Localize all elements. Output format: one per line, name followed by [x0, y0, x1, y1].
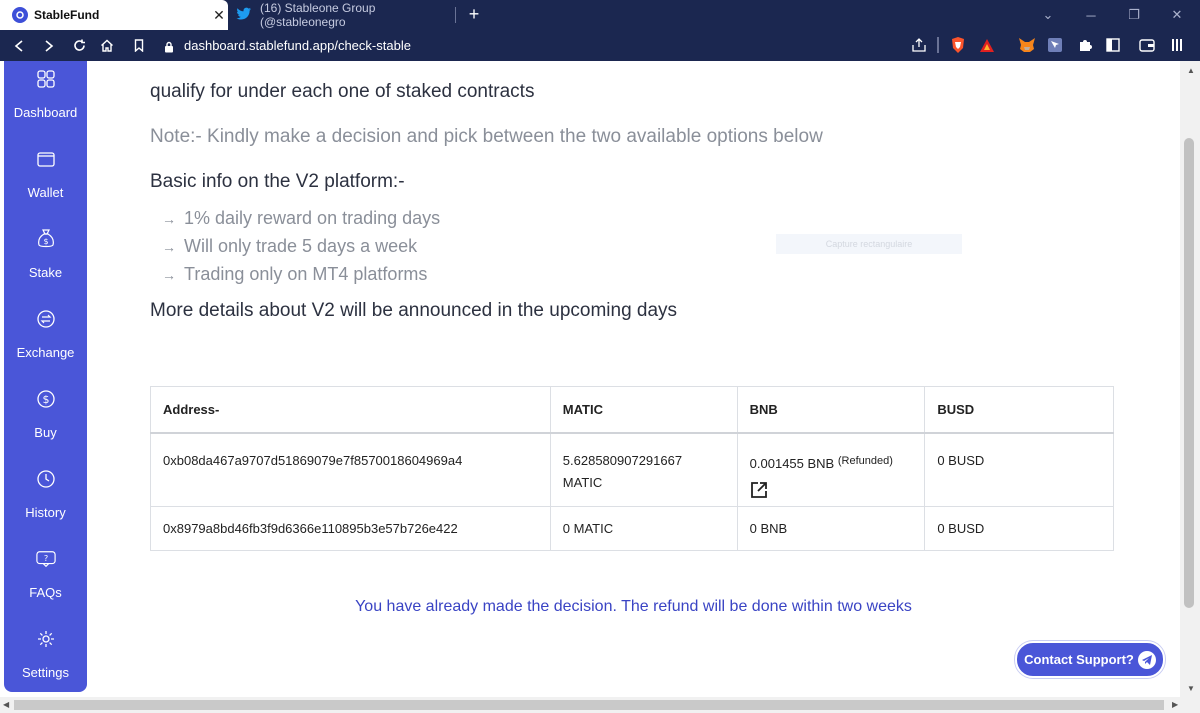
minimize-icon[interactable]: ─: [1074, 0, 1108, 30]
clock-icon: [36, 469, 56, 489]
tab-separator: [455, 7, 456, 23]
sidebar-item-label: FAQs: [29, 585, 62, 600]
sidebar-item-faqs[interactable]: ? FAQs: [4, 549, 87, 629]
sidebar-item-label: Wallet: [27, 185, 64, 200]
table-header-row: Address- MATIC BNB BUSD: [150, 386, 1114, 434]
sidebar-item-stake[interactable]: $ Stake: [4, 229, 87, 309]
moneybag-icon: $: [36, 229, 56, 249]
busd-cell: 0 BUSD: [924, 432, 1114, 507]
contact-support-label: Contact Support?: [1024, 652, 1134, 667]
main-content: qualify for under each one of staked con…: [87, 61, 1180, 697]
sidebar-item-label: Dashboard: [13, 105, 78, 120]
puzzle-icon[interactable]: [1076, 36, 1094, 54]
home-icon[interactable]: [96, 30, 118, 61]
question-icon: ?: [35, 549, 56, 569]
busd-cell: 0 BUSD: [924, 505, 1114, 551]
svg-text:$: $: [43, 237, 48, 246]
table-row: 0xb08da467a9707d51869079e7f8570018604969…: [150, 432, 1114, 507]
tab-close-icon[interactable]: ✕: [210, 7, 228, 24]
forward-icon[interactable]: [38, 30, 60, 61]
bnb-cell: 0 BNB: [736, 505, 926, 551]
tab-search-icon[interactable]: ⌄: [1031, 0, 1065, 30]
reload-icon[interactable]: [68, 30, 90, 61]
sidebar-item-wallet[interactable]: Wallet: [4, 149, 87, 229]
qualify-text: qualify for under each one of staked con…: [150, 81, 535, 102]
bullet-item: → Trading only on MT4 platforms: [162, 264, 428, 284]
svg-text:$: $: [42, 393, 49, 406]
close-window-icon[interactable]: ✕: [1160, 0, 1194, 30]
bnb-cell: 0.001455 BNB (Refunded): [736, 432, 926, 507]
scroll-right-icon[interactable]: ▶: [1172, 700, 1178, 709]
tab-twitter[interactable]: (16) Stableone Group (@stableonegro: [232, 0, 458, 30]
back-icon[interactable]: [8, 30, 30, 61]
extension-icon[interactable]: [1046, 36, 1064, 54]
address-cell: 0xb08da467a9707d51869079e7f8570018604969…: [150, 432, 551, 507]
new-tab-button[interactable]: +: [464, 4, 484, 25]
telegram-icon: [1137, 650, 1156, 669]
matic-cell: 5.628580907291667 MATIC: [549, 432, 738, 507]
sidebar-item-history[interactable]: History: [4, 469, 87, 549]
gear-icon: [36, 629, 56, 649]
header-bnb: BNB: [736, 386, 926, 434]
more-details-text: More details about V2 will be announced …: [150, 300, 678, 321]
brave-rewards-icon[interactable]: [978, 36, 996, 54]
share-icon[interactable]: [910, 36, 928, 54]
horizontal-scroll-thumb[interactable]: [14, 700, 1164, 710]
address-cell: 0x8979a8bd46fb3f9d6366e110895b3e57b726e4…: [150, 505, 551, 551]
matic-cell: 0 MATIC: [549, 505, 738, 551]
header-address: Address-: [150, 386, 551, 434]
sidebar-item-label: Stake: [28, 265, 63, 280]
refunded-label: (Refunded): [837, 454, 893, 467]
stablefund-favicon-icon: [12, 7, 28, 23]
sidebar-item-dashboard[interactable]: Dashboard: [4, 69, 87, 149]
wallet-icon: [36, 149, 56, 169]
address-bar[interactable]: dashboard.stablefund.app/check-stable: [164, 33, 944, 58]
tab-title: StableFund: [34, 8, 100, 22]
sidebar-item-label: Settings: [22, 665, 69, 680]
restore-icon[interactable]: ❐: [1117, 0, 1151, 30]
scroll-left-icon[interactable]: ◀: [3, 700, 9, 709]
external-link-icon[interactable]: [750, 481, 913, 506]
exchange-icon: [36, 309, 56, 329]
vertical-scroll-thumb[interactable]: [1184, 138, 1194, 608]
header-busd: BUSD: [924, 386, 1114, 434]
metamask-icon[interactable]: [1018, 36, 1036, 54]
bullet-item: → Will only trade 5 days a week: [162, 236, 418, 256]
arrow-icon: →: [162, 239, 176, 255]
capture-overlay: Capture rectangulaire: [776, 234, 962, 254]
bookmark-icon[interactable]: [128, 30, 150, 61]
contact-support-button[interactable]: Contact Support?: [1015, 641, 1165, 678]
scroll-down-icon[interactable]: ▼: [1187, 684, 1195, 693]
twitter-icon: [236, 7, 252, 24]
note-text: Note:- Kindly make a decision and pick b…: [150, 126, 823, 147]
header-matic: MATIC: [549, 386, 738, 434]
url-text: dashboard.stablefund.app/check-stable: [184, 38, 411, 53]
balances-table: Address- MATIC BNB BUSD 0xb08da467a9707d…: [150, 386, 1114, 551]
arrow-icon: →: [162, 267, 176, 283]
basic-info-heading: Basic info on the V2 platform:-: [150, 171, 405, 192]
brave-shield-icon[interactable]: [949, 36, 967, 54]
lock-icon: [164, 40, 174, 52]
sidebar-item-exchange[interactable]: Exchange: [4, 309, 87, 389]
toolbar-divider: [937, 37, 939, 53]
sidebar-item-label: Exchange: [16, 345, 75, 360]
bullet-item: → 1% daily reward on trading days: [162, 208, 441, 228]
sidebar-icon[interactable]: [1104, 36, 1122, 54]
svg-text:?: ?: [43, 553, 47, 563]
arrow-icon: →: [162, 211, 176, 227]
dollar-icon: $: [36, 389, 56, 409]
wallet-icon[interactable]: [1138, 36, 1156, 54]
tab-stablefund[interactable]: StableFund ✕: [0, 0, 228, 30]
table-row: 0x8979a8bd46fb3f9d6366e110895b3e57b726e4…: [150, 505, 1114, 551]
decision-message: You have already made the decision. The …: [355, 598, 912, 615]
menu-icon[interactable]: [1168, 36, 1186, 54]
scroll-up-icon[interactable]: ▲: [1187, 66, 1195, 75]
sidebar-item-buy[interactable]: $ Buy: [4, 389, 87, 469]
sidebar: Dashboard Wallet $ Stake Exchange $ Buy …: [4, 61, 87, 692]
dashboard-icon: [36, 69, 56, 89]
sidebar-item-label: History: [25, 505, 66, 520]
tab-title-twitter: (16) Stableone Group (@stableonegro: [260, 1, 376, 29]
sidebar-item-label: Buy: [34, 425, 57, 440]
